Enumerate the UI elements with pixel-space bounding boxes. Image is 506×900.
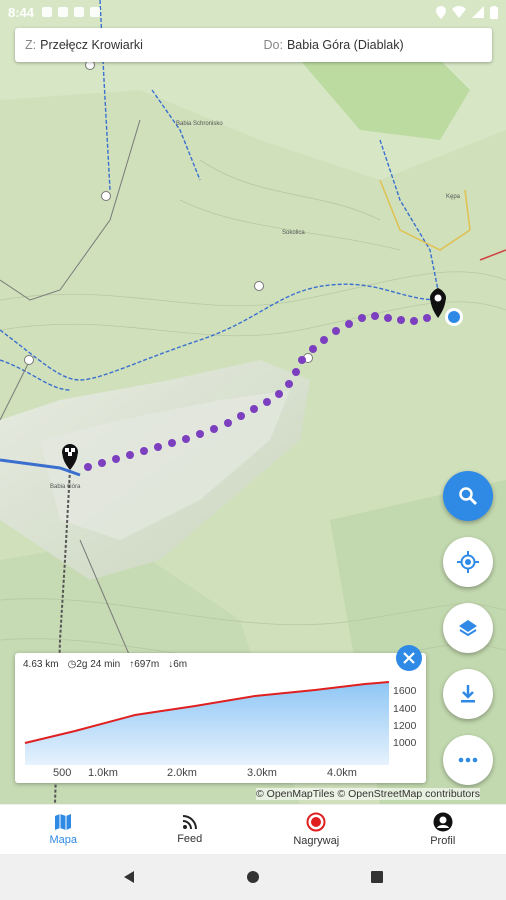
battery-icon [490,5,498,19]
y-tick-label: 1000 [393,737,417,749]
back-icon[interactable] [122,870,136,884]
search-icon [459,487,478,506]
profile-icon [433,812,453,832]
notification-icon [74,7,85,17]
nav-profile[interactable]: Profil [380,805,506,854]
map-attribution[interactable]: © OpenMapTiles © OpenStreetMap contribut… [256,788,481,800]
notification-icon [58,7,69,17]
nav-profile-label: Profil [430,835,456,847]
map-icon [55,814,72,830]
map-label-kepa: Kępa [446,194,461,200]
elevation-chart [24,681,390,765]
download-icon [461,685,475,703]
home-icon[interactable] [246,870,260,884]
gps-target-icon [457,551,479,573]
route-from-value: Przełęcz Krowiarki [40,38,143,52]
status-bar: 8:44 [0,0,506,24]
status-time: 8:44 [8,4,35,20]
layers-button[interactable] [443,603,493,653]
rss-feed-icon [182,815,197,830]
locate-me-button[interactable] [443,537,493,587]
route-from-field[interactable]: Z: Przełęcz Krowiarki [15,38,254,52]
more-options-button[interactable] [443,735,493,785]
y-tick-label: 1200 [393,720,417,732]
notification-icon [90,7,101,17]
system-navigation-bar [0,854,506,900]
nav-record[interactable]: Nagrywaj [253,805,380,854]
search-button[interactable] [443,471,493,521]
route-to-value: Babia Góra (Diablak) [286,38,404,52]
route-to-field[interactable]: Do: Babia Góra (Diablak) [254,38,493,52]
my-location-dot-icon [445,308,463,326]
location-icon [436,5,446,19]
route-search-box[interactable]: Z: Przełęcz Krowiarki Do: Babia Góra (Diab… [15,28,492,62]
more-dots-icon [458,757,478,763]
layers-icon [459,620,477,637]
route-to-prefix: Do: [263,38,283,52]
x-tick-label: 500 [53,767,72,779]
x-tick-label: 3.0km [247,767,277,779]
map-label-sokolica: Sokolica [282,230,305,236]
nav-map[interactable]: Mapa [0,805,127,854]
record-icon [306,812,326,832]
nav-feed[interactable]: Feed [127,805,254,854]
nav-map-label: Mapa [49,834,78,846]
wifi-icon [452,6,466,18]
map-label-babia-gora: Babia Góra [50,484,81,490]
elevation-profile-panel[interactable]: 4.63 km ◷2g 24 min ↑697m ↓6m 1600 1400 1… [15,645,426,783]
download-button[interactable] [443,669,493,719]
recents-icon[interactable] [370,870,384,884]
y-tick-label: 1400 [393,703,417,715]
x-tick-label: 1.0km [88,767,118,779]
x-tick-label: 2.0km [167,767,197,779]
nav-record-label: Nagrywaj [293,835,340,847]
route-from-prefix: Z: [25,38,37,52]
notification-icon [42,7,53,17]
map-label-schronisko: Babia Schronisko [176,121,223,127]
nav-feed-label: Feed [177,833,203,845]
bottom-navigation: Mapa Feed Nagrywaj Profil [0,804,506,854]
signal-icon [472,6,484,18]
x-tick-label: 4.0km [327,767,357,779]
y-tick-label: 1600 [393,685,417,697]
